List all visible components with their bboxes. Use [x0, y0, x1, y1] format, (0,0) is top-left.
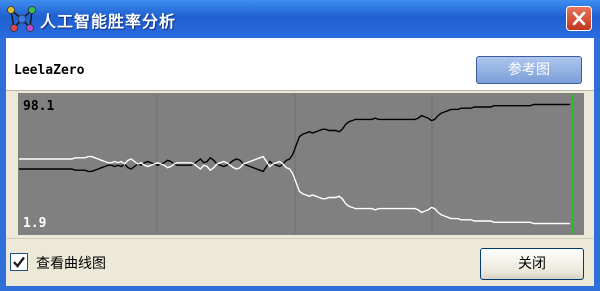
engine-name-label: LeelaZero	[14, 63, 85, 78]
window-close-button[interactable]	[566, 6, 592, 31]
winrate-chart-svg: 98.1 1.9	[19, 94, 583, 234]
chart-background	[19, 94, 583, 234]
title-bar[interactable]: 人工智能胜率分析	[0, 0, 600, 38]
winrate-chart: 98.1 1.9	[18, 93, 584, 235]
header-strip: LeelaZero 参考图	[6, 38, 594, 91]
window-title: 人工智能胜率分析	[40, 12, 177, 31]
show-curve-label: 查看曲线图	[36, 256, 106, 272]
current-move-marker	[571, 94, 574, 234]
show-curve-checkbox[interactable]	[10, 253, 28, 271]
close-button[interactable]: 关闭	[480, 248, 584, 280]
winrate-analysis-window: 人工智能胜率分析 LeelaZero 参考图 98.1 1.9 查看曲线图 关闭	[0, 0, 600, 291]
app-network-icon	[7, 6, 36, 32]
y-top-label: 98.1	[23, 99, 54, 114]
footer: 查看曲线图 关闭	[6, 238, 594, 287]
checkmark-icon	[13, 256, 25, 268]
reference-chart-button[interactable]: 参考图	[476, 56, 582, 84]
dialog-body: LeelaZero 参考图 98.1 1.9 查看曲线图 关闭	[6, 38, 594, 286]
y-bottom-label: 1.9	[23, 216, 46, 231]
close-icon	[572, 11, 586, 26]
